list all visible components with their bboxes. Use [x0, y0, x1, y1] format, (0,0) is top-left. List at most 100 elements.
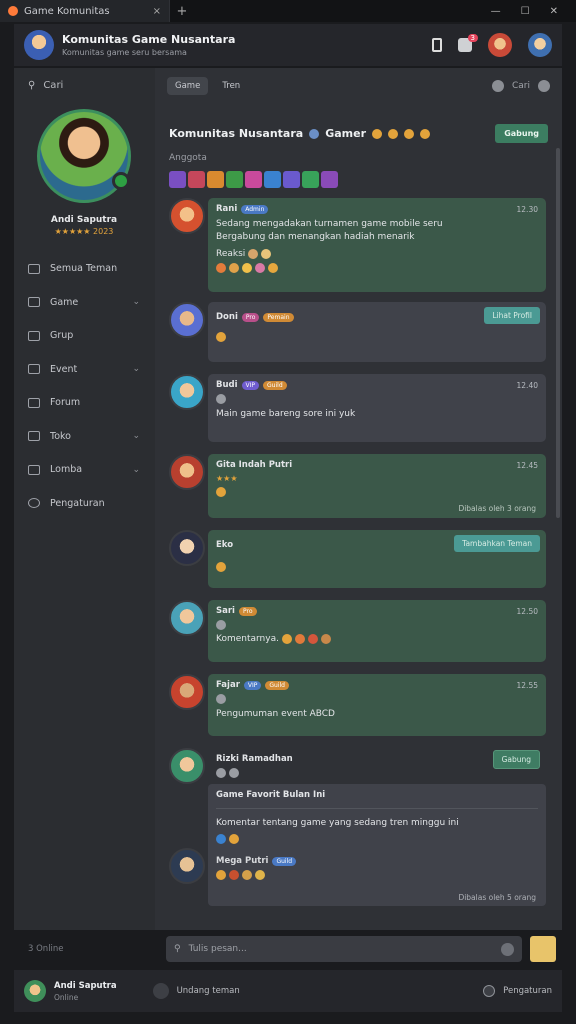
message-bubble: Budi VIP Guild 12.40 Main game bareng sore …: [208, 374, 546, 442]
reaction-icon[interactable]: [242, 263, 252, 273]
game-tag-icon[interactable]: [245, 171, 262, 188]
window-icon[interactable]: [432, 38, 442, 52]
filter-chip-trend[interactable]: Tren: [214, 77, 248, 95]
emoji-icon[interactable]: [320, 634, 331, 644]
user-avatar-1[interactable]: [488, 33, 512, 57]
header-title: Komunitas Game Nusantara: [62, 33, 236, 46]
message-author[interactable]: Doni: [216, 312, 238, 322]
message-avatar[interactable]: [169, 600, 205, 636]
view-profile-button[interactable]: Lihat Profil: [484, 307, 540, 324]
message-avatar[interactable]: [169, 374, 205, 410]
game-tag-icon[interactable]: [302, 171, 319, 188]
more-icon[interactable]: [538, 80, 550, 92]
join-button[interactable]: Gabung: [492, 750, 540, 769]
reaction-icon[interactable]: [216, 834, 226, 844]
message-avatar[interactable]: [169, 674, 205, 710]
reply-count[interactable]: Dibalas oleh 5 orang: [458, 893, 536, 902]
message-avatar[interactable]: [169, 302, 205, 338]
chevron-down-icon: ⌄: [132, 431, 140, 442]
user-avatar-2[interactable]: [528, 33, 552, 57]
settings-button[interactable]: Pengaturan: [483, 985, 552, 997]
maximize-icon[interactable]: ☐: [521, 6, 530, 17]
game-tag-icon[interactable]: [321, 171, 338, 188]
message-author[interactable]: Rizki Ramadhan: [216, 754, 293, 764]
emoji-icon: [388, 128, 399, 139]
reaction-icon[interactable]: [216, 694, 226, 704]
reaction-icon[interactable]: [261, 249, 272, 259]
message-avatar[interactable]: [169, 748, 205, 784]
game-tag-icon[interactable]: [207, 171, 224, 188]
close-tab-icon[interactable]: ×: [153, 6, 161, 17]
emoji-icon[interactable]: [216, 870, 226, 880]
coin-icon: [216, 332, 226, 342]
reaction-icon[interactable]: [229, 768, 239, 778]
emoji-icon[interactable]: [281, 634, 292, 644]
message-avatar[interactable]: [169, 848, 205, 884]
message-author[interactable]: Sari: [216, 606, 235, 616]
reaction-icon[interactable]: [255, 263, 265, 273]
message-author[interactable]: Rani: [216, 204, 237, 214]
message-author[interactable]: Eko: [216, 540, 233, 550]
profile-name: Andi Saputra: [50, 215, 118, 225]
message-input[interactable]: ⚲ Tulis pesan...: [166, 936, 522, 962]
game-tag-icon[interactable]: [226, 171, 243, 188]
sidebar-item-events[interactable]: Event ⌄: [14, 353, 154, 387]
join-community-button[interactable]: Gabung: [495, 124, 548, 143]
game-tag-icon[interactable]: [188, 171, 205, 188]
sidebar-item-contests[interactable]: Lomba ⌄: [14, 453, 154, 487]
minimize-icon[interactable]: —: [491, 6, 501, 17]
game-tag-icon[interactable]: [283, 171, 300, 188]
message-avatar[interactable]: [169, 530, 205, 566]
sidebar-item-games[interactable]: Game ⌄: [14, 286, 154, 320]
invite-friends-button[interactable]: Undang teman: [152, 983, 240, 999]
sidebar-item-forum[interactable]: Forum: [14, 386, 154, 420]
emoji-icon[interactable]: [307, 634, 318, 644]
message-avatar[interactable]: [169, 198, 205, 234]
browser-tab[interactable]: Game Komunitas ×: [0, 0, 170, 22]
close-window-icon[interactable]: ✕: [550, 6, 558, 17]
reaction-icon[interactable]: [216, 768, 226, 778]
role-badge: Guild: [265, 680, 289, 690]
scrollbar[interactable]: [556, 148, 560, 518]
reaction-icon[interactable]: [229, 834, 239, 844]
role-badge: Pemain: [263, 312, 294, 322]
sidebar-item-store[interactable]: Toko ⌄: [14, 420, 154, 454]
emoji-picker-icon[interactable]: [501, 942, 514, 956]
reaction-icon[interactable]: [248, 249, 259, 259]
sidebar-item-settings[interactable]: Pengaturan: [14, 487, 154, 521]
reaction-icon[interactable]: [229, 263, 239, 273]
reaction-icon[interactable]: [268, 263, 278, 273]
sidebar-search[interactable]: ⚲ Cari: [14, 68, 154, 103]
my-avatar[interactable]: [24, 980, 46, 1002]
message-author[interactable]: Budi: [216, 380, 238, 390]
emoji-icon[interactable]: [294, 634, 305, 644]
sidebar-item-groups[interactable]: Grup: [14, 319, 154, 353]
reaction-icon[interactable]: [216, 620, 226, 630]
new-tab-button[interactable]: +: [170, 4, 194, 19]
emoji-icon[interactable]: [255, 870, 265, 880]
message-author[interactable]: Mega Putri: [216, 856, 268, 866]
sidebar-item-friends[interactable]: Semua Teman: [14, 252, 154, 286]
app-header: Komunitas Game Nusantara Komunitas game …: [14, 24, 562, 66]
profile-card[interactable]: Andi Saputra ★★★★★ 2023: [14, 103, 154, 236]
bell-icon[interactable]: 3: [458, 34, 478, 52]
message-author[interactable]: Fajar: [216, 680, 240, 690]
reply-count[interactable]: Dibalas oleh 3 orang: [458, 504, 536, 513]
message-bubble: Fajar VIP Guild 12.55 Pengumuman event ABCD: [208, 674, 546, 736]
emoji-icon[interactable]: [229, 870, 239, 880]
message-author[interactable]: Gita Indah Putri: [216, 460, 292, 470]
chevron-down-icon: ⌄: [132, 364, 140, 375]
game-tag-icon[interactable]: [264, 171, 281, 188]
community-title-suffix: Gamer: [325, 127, 367, 140]
sticker-button[interactable]: [530, 936, 556, 962]
emoji-icon[interactable]: [242, 870, 252, 880]
community-avatar[interactable]: [24, 30, 54, 60]
message-item: Sari Pro 12.50 Komentarnya.: [169, 600, 546, 662]
filter-chip-game[interactable]: Game: [167, 77, 209, 95]
search-icon[interactable]: [492, 80, 504, 92]
game-tag-icon[interactable]: [169, 171, 186, 188]
reaction-icon[interactable]: [216, 263, 226, 273]
add-friend-button[interactable]: Tambahkan Teman: [454, 535, 540, 552]
reaction-icon[interactable]: [216, 394, 226, 404]
message-avatar[interactable]: [169, 454, 205, 490]
